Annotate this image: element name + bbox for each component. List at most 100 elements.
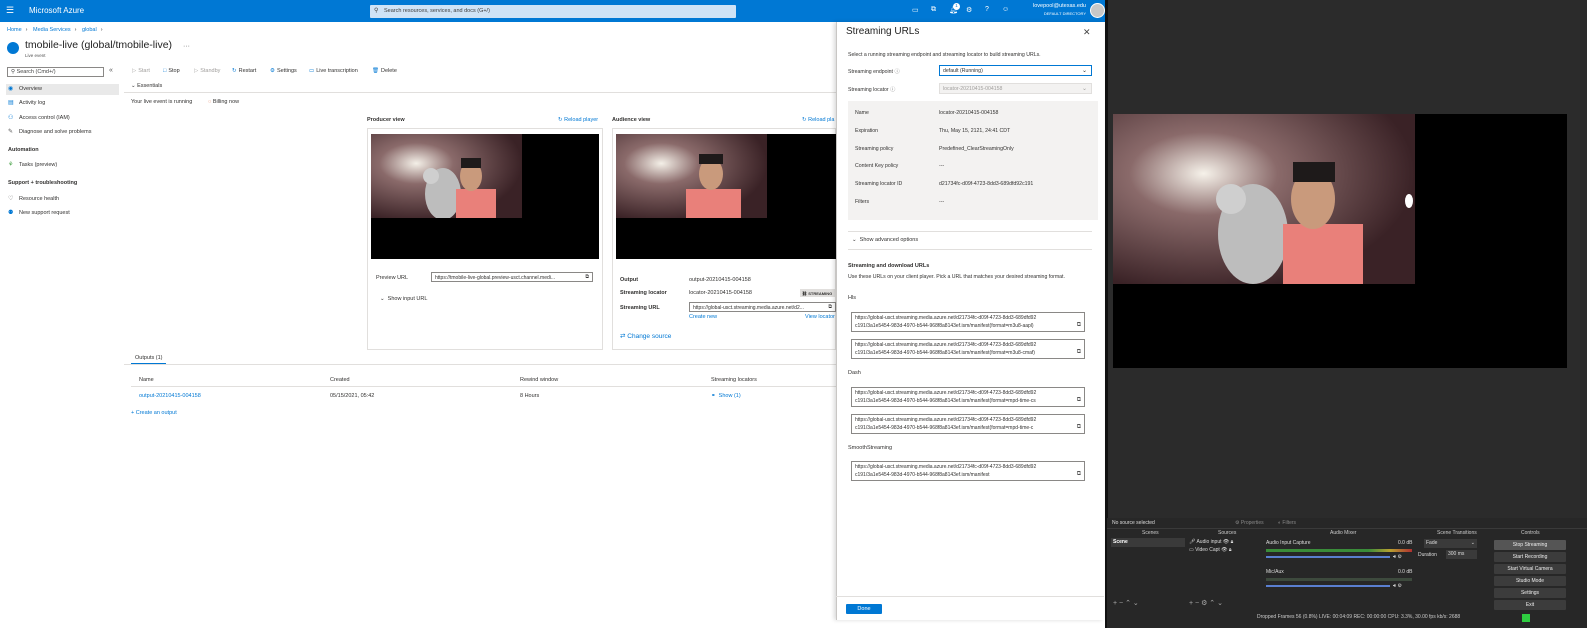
help-icon[interactable]: ?	[985, 6, 989, 13]
volume-slider[interactable]	[1266, 585, 1390, 587]
sidebar-search-input[interactable]: ⚲ Search (Cmd+/)	[7, 67, 104, 77]
smooth-url-field[interactable]: https://global-usct.streaming.media.azur…	[851, 461, 1085, 481]
show-input-url-toggle[interactable]: ⌄ Show input URL	[380, 296, 427, 302]
scenes-dock-title: Scenes	[1142, 530, 1159, 536]
producer-video-player[interactable]	[371, 134, 599, 259]
menu-icon[interactable]: ☰	[6, 5, 14, 16]
hls-url-field[interactable]: https://global-usct.streaming.media.azur…	[851, 339, 1085, 359]
eye-icon[interactable]: 👁︎	[1221, 547, 1227, 553]
user-account[interactable]: lovepool@utexas.edu DEFAULT DIRECTORY	[1022, 3, 1086, 17]
advanced-options-toggle[interactable]: ⌄ Show advanced options	[852, 237, 918, 243]
sidebar-item-diagnose[interactable]: ✎ Diagnose and solve problems	[6, 127, 119, 138]
start-virtual-camera-button[interactable]: Start Virtual Camera	[1494, 564, 1566, 574]
create-new-link[interactable]: Create new	[689, 314, 717, 320]
copy-icon[interactable]: ⧉	[1077, 423, 1081, 431]
locator-dropdown[interactable]: locator-20210415-004158 ⌄	[939, 83, 1092, 94]
column-header-locators[interactable]: Streaming locators	[711, 377, 757, 383]
lock-icon[interactable]: 🔒︎	[1231, 539, 1234, 545]
stop-button[interactable]: □ Stop	[163, 68, 180, 74]
view-locator-link[interactable]: View locator	[805, 314, 835, 320]
smooth-streaming-label: SmoothStreaming	[848, 445, 893, 451]
source-toolbar[interactable]: + − ⚙ ⌃ ⌄	[1189, 599, 1223, 607]
sidebar-item-activity-log[interactable]: ▤ Activity log	[6, 98, 119, 109]
start-recording-button[interactable]: Start Recording	[1494, 552, 1566, 562]
obs-preview[interactable]	[1113, 114, 1567, 368]
filters-button[interactable]: ◐ Filters	[1278, 520, 1296, 526]
copy-icon[interactable]: ⧉	[1077, 321, 1081, 329]
global-search-input[interactable]: ⚲ Search resources, services, and docs (…	[370, 5, 736, 18]
output-name-link[interactable]: output-20210415-004158	[139, 393, 201, 399]
dash-url-field[interactable]: https://global-usct.streaming.media.azur…	[851, 414, 1085, 434]
producer-reload-button[interactable]: ↻ Reload player	[558, 117, 598, 123]
user-email: lovepool@utexas.edu	[1033, 3, 1086, 9]
sidebar-item-overview[interactable]: ◉ Overview	[6, 84, 119, 95]
copy-icon[interactable]: ⧉	[1077, 470, 1081, 478]
azure-brand[interactable]: Microsoft Azure	[29, 6, 84, 15]
settings-gear-icon[interactable]: ⚙	[966, 6, 972, 14]
copy-icon[interactable]: ⧉	[1077, 348, 1081, 356]
eye-icon[interactable]: 👁︎	[1223, 539, 1229, 545]
settings-button[interactable]: ⚙ Settings	[270, 68, 297, 74]
copy-icon[interactable]: ⧉	[828, 304, 832, 310]
show-locators-link[interactable]: ⚭ Show (1)	[711, 393, 741, 399]
audience-view-title: Audience view	[612, 117, 651, 123]
exit-button[interactable]: Exit	[1494, 600, 1566, 610]
column-header-rewind[interactable]: Rewind window	[520, 377, 558, 383]
sidebar-item-tasks[interactable]: ⚘ Tasks (preview)	[6, 160, 119, 171]
breadcrumb-media-services[interactable]: Media Services	[33, 27, 71, 33]
lock-icon[interactable]: 🔒︎	[1229, 547, 1232, 553]
scene-toolbar[interactable]: + − ⌃ ⌄	[1113, 599, 1139, 607]
notification-count-badge: 1	[953, 3, 960, 10]
more-options-icon[interactable]: ···	[183, 43, 190, 50]
change-source-button[interactable]: ⇄ Change source	[620, 332, 671, 340]
close-icon[interactable]: ✕	[1083, 27, 1091, 38]
preview-url-field[interactable]: https://tmobile-live-global.preview-usct…	[431, 272, 593, 282]
settings-label: Settings	[276, 68, 297, 74]
tab-outputs[interactable]: Outputs (1)	[135, 355, 163, 361]
speaker-icon[interactable]: 🔊︎ ⚙	[1393, 554, 1402, 560]
column-header-name[interactable]: Name	[139, 377, 154, 383]
start-button[interactable]: ▷ Start	[132, 68, 150, 74]
copy-icon[interactable]: ⧉	[1077, 396, 1081, 404]
column-header-created[interactable]: Created	[330, 377, 350, 383]
divider	[124, 92, 836, 93]
streaming-url-field[interactable]: https://global-usct.streaming.media.azur…	[689, 302, 836, 312]
avatar[interactable]	[1090, 3, 1105, 18]
standby-button[interactable]: ▷ Standby	[194, 68, 220, 74]
hls-url-field[interactable]: https://global-usct.streaming.media.azur…	[851, 312, 1085, 332]
sidebar-item-resource-health[interactable]: ♡ Resource health	[6, 194, 119, 205]
speaker-icon[interactable]: 🔊︎ ⚙	[1393, 583, 1402, 589]
endpoint-dropdown[interactable]: default (Running) ⌄	[939, 65, 1092, 76]
delete-button[interactable]: 🗑︎ Delete	[372, 68, 397, 74]
audience-video-player[interactable]	[616, 134, 836, 259]
volume-slider[interactable]	[1266, 556, 1390, 558]
dash-url-field[interactable]: https://global-usct.streaming.media.azur…	[851, 387, 1085, 407]
directory-filter-icon[interactable]: ⧉	[931, 6, 936, 14]
feedback-icon[interactable]: ☺	[1002, 6, 1009, 13]
endpoint-selected-value: default (Running)	[943, 68, 983, 74]
sidebar-item-label: Diagnose and solve problems	[19, 129, 92, 135]
done-button[interactable]: Done	[846, 604, 882, 614]
source-item-audio[interactable]: 🎤︎ Audio input 👁︎ 🔒︎	[1189, 539, 1233, 545]
audience-reload-button[interactable]: ↻ Reload pla	[802, 117, 834, 123]
info-icon[interactable]: ⓘ	[890, 87, 895, 93]
stop-streaming-button[interactable]: Stop Streaming	[1494, 540, 1566, 550]
source-item-video[interactable]: ▭ Video Capt 👁︎ 🔒︎	[1189, 547, 1232, 553]
sidebar-item-new-support-request[interactable]: ⚉ New support request	[6, 208, 119, 219]
transition-select[interactable]: Fade ⌄	[1424, 539, 1477, 548]
live-transcription-button[interactable]: ▭ Live transcription	[309, 68, 358, 74]
sidebar-item-access-control[interactable]: ⚇ Access control (IAM)	[6, 113, 119, 124]
cloud-shell-icon[interactable]: ▭	[912, 6, 919, 14]
copy-icon[interactable]: ⧉	[585, 274, 589, 280]
obs-settings-button[interactable]: Settings	[1494, 588, 1566, 598]
create-output-link[interactable]: + Create an output	[131, 410, 177, 416]
studio-mode-button[interactable]: Studio Mode	[1494, 576, 1566, 586]
restart-button[interactable]: ↻ Restart	[232, 68, 256, 74]
collapse-sidebar-icon[interactable]: «	[109, 67, 113, 74]
breadcrumb-home[interactable]: Home	[7, 27, 22, 33]
properties-button[interactable]: ⚙ Properties	[1235, 520, 1264, 526]
essentials-toggle[interactable]: ⌄ Essentials	[131, 83, 162, 89]
breadcrumb-global[interactable]: global	[82, 27, 97, 33]
info-icon[interactable]: ⓘ	[894, 69, 899, 75]
duration-input[interactable]: 300 ms	[1446, 550, 1477, 559]
